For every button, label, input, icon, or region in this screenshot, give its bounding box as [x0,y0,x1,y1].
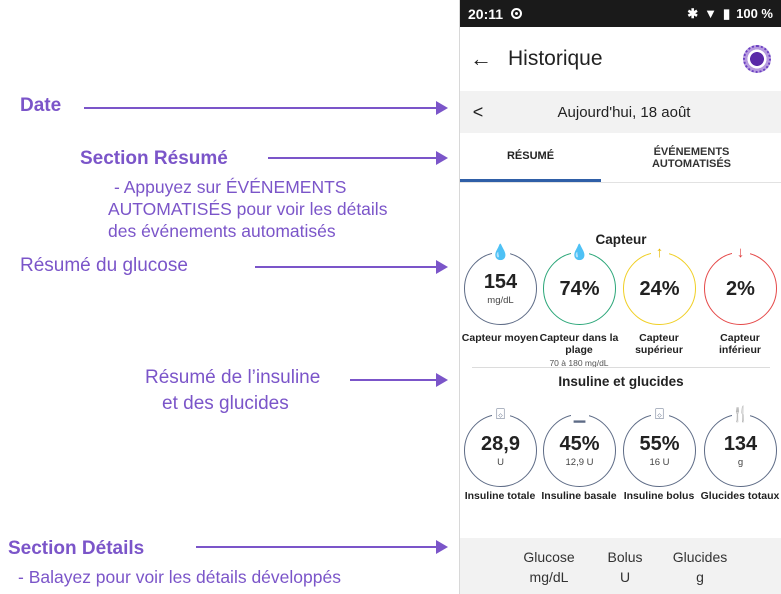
arrow-down-icon: ↓ [731,244,750,262]
annotation-arrow-insulin [350,373,448,387]
sensor-stat-value: 154 [483,271,518,293]
details-column-title: Glucides [672,549,728,565]
current-date: Aujourd'hui, 18 août [557,103,691,121]
details-section[interactable]: Glucose mg/dL Bolus U Glucides g [460,538,781,594]
insulin-stat-label: Insuline totale [460,490,541,502]
annotation-insulin-summary-1: Résumé de l’insuline [145,367,321,388]
insulin-stat-value: 28,9 [481,433,520,455]
tab-bar: RÉSUMÉ ÉVÉNEMENTS AUTOMATISÉS [460,133,781,183]
sensor-stat-label-text: Capteur moyen [461,332,539,344]
record-icon [511,8,523,19]
annotation-summary-desc-1: - Appuyez sur ÉVÉNEMENTS [114,177,347,197]
annotation-arrow-details [196,540,448,554]
bluetooth-icon: ✱ [687,5,699,21]
insulin-stat-unit: g [737,457,744,468]
tab-summary[interactable]: RÉSUMÉ [460,133,601,182]
details-column-bolus: Bolus U [594,547,656,587]
pod-status-icon[interactable] [743,45,771,73]
wifi-icon: ▼ [704,6,717,21]
sensor-stat-label: Capteur supérieur [618,332,700,356]
details-column-title: Glucose [523,549,575,565]
sensor-stat-unit: mg/dL [487,295,514,306]
annotation-details-desc: - Balayez pour voir les détails développ… [18,567,341,587]
sensor-stat-value: 74% [559,277,600,300]
arrow-up-icon: ↑ [650,244,669,262]
annotation-arrow-date [84,101,448,115]
insulin-vial-icon: ⌺ [650,406,669,424]
insulin-vial-icon: ⌺ [491,406,510,424]
annotation-arrow-glucose [255,260,448,274]
sensor-stat-value: 2% [726,277,755,300]
annotation-details-section: Section Détails [8,538,145,559]
status-bar: 20:11 ✱ ▼ ▮ 100 % [460,0,781,27]
insulin-stat-circle: ▁ 45% 12,9 U [543,406,616,487]
details-column-unit: g [696,569,704,585]
details-column-unit: mg/dL [529,569,569,585]
status-time: 20:11 [468,5,504,22]
sensor-stat-label-text: Capteur supérieur [635,332,683,356]
insulin-stat-unit: 12,9 U [565,457,594,468]
date-navigator: < Aujourd'hui, 18 août [460,91,781,133]
tab-automated-events[interactable]: ÉVÉNEMENTS AUTOMATISÉS [601,133,781,182]
annotation-insulin-summary-2: et des glucides [162,393,289,414]
annotation-arrow-summary [268,151,448,165]
annotation-summary-section: Section Résumé [80,148,228,169]
section-divider [472,367,770,368]
sensor-stat-circle: 💧 74% [543,244,616,325]
annotation-summary-desc-2: AUTOMATISÉS pour voir les détails [108,199,388,219]
sensor-stat-circle: ↑ 24% [623,244,696,325]
insulin-stat-label-text: Insuline bolus [623,490,695,502]
insulin-stat-label-text: Glucides totaux [700,490,780,502]
insulin-stat-label-text: Insuline basale [541,490,617,502]
insulin-stat-label-text: Insuline totale [464,490,536,502]
insulin-stat-circle: ⌺ 55% 16 U [623,406,696,487]
annotation-glucose-summary: Résumé du glucose [20,255,188,276]
insulin-stat-circle: ⌺ 28,9 U [464,406,537,487]
sensor-stat-circle: ↓ 2% [704,244,777,325]
battery-icon: ▮ [722,5,731,21]
insulin-stat-circle: 🍴 134 g [704,406,777,487]
details-column-carbs: Glucides g [656,547,744,587]
insulin-stat-label: Insuline bolus [618,490,700,502]
battery-level: 100 % [736,6,773,21]
fork-knife-icon: 🍴 [731,406,750,424]
sensor-stat-circle: 💧 154 mg/dL [464,244,537,325]
page-title: Historique [508,47,603,70]
basal-icon: ▁ [570,406,589,424]
annotation-date: Date [20,95,62,116]
previous-day-chevron-icon[interactable]: < [460,102,496,123]
insulin-stat-value: 134 [723,433,758,455]
sensor-stat-label: Capteur dans la plage 70 à 180 mg/dL [538,332,620,369]
details-column-title: Bolus [607,549,643,565]
back-arrow-icon[interactable]: ← [470,46,500,72]
drop-icon: 💧 [570,244,589,262]
details-column-unit: U [619,569,631,585]
app-bar: ← Historique [460,27,781,91]
sensor-stat-label: Capteur moyen [460,332,541,344]
insulin-stat-label: Glucides totaux [699,490,781,502]
sensor-stat-label: Capteur inférieur [699,332,781,356]
insulin-stat-label: Insuline basale [538,490,620,502]
phone-screen: 20:11 ✱ ▼ ▮ 100 % ← Historique < Aujourd… [459,0,781,594]
insulin-stat-value: 55% [639,433,680,455]
annotation-summary-desc-3: des événements automatisés [108,221,336,241]
sensor-stat-value: 24% [639,277,680,300]
details-column-glucose: Glucose mg/dL [504,547,594,587]
insulin-stat-unit: 16 U [649,457,670,468]
drop-icon: 💧 [491,244,510,262]
insulin-stat-value: 45% [559,433,600,455]
sensor-stat-label-text: Capteur inférieur [718,332,761,356]
insulin-stat-unit: U [497,457,504,468]
insulin-section-title: Insuline et glucides [558,374,684,389]
sensor-stat-label-text: Capteur dans la plage [539,332,619,356]
